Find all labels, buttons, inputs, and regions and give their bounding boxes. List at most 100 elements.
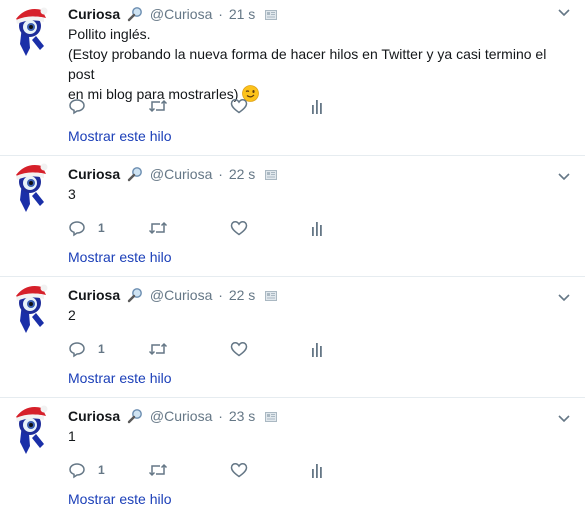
like-button[interactable] [230, 96, 248, 116]
tweet[interactable]: Curiosa @Curiosa · 21 s Pollito inglés. … [0, 0, 585, 156]
reply-count: 1 [98, 221, 105, 235]
display-name[interactable]: Curiosa [68, 287, 120, 303]
tweet-text-line: 1 [68, 428, 76, 444]
timestamp[interactable]: 22 s [229, 287, 255, 303]
card-icon [265, 290, 278, 302]
timestamp[interactable]: 21 s [229, 6, 255, 22]
analytics-icon [311, 97, 325, 115]
analytics-icon [311, 461, 325, 479]
analytics-icon [311, 219, 325, 237]
tweet-actions: 1 [68, 339, 338, 359]
avatar[interactable] [12, 281, 52, 333]
handle[interactable]: @Curiosa [150, 6, 212, 22]
magnifier-icon [127, 6, 143, 22]
show-thread-link[interactable]: Mostrar este hilo [68, 370, 171, 386]
analytics-button[interactable] [311, 460, 325, 480]
reply-icon [68, 97, 86, 115]
like-button[interactable] [230, 460, 248, 480]
avatar-santa-hat-eye-icon [16, 284, 48, 333]
tweet-text: 3 [68, 184, 571, 204]
analytics-button[interactable] [311, 339, 325, 359]
tweet-content: Curiosa @Curiosa · 22 s 3 [68, 164, 571, 204]
like-icon [230, 219, 248, 237]
retweet-icon [148, 461, 168, 479]
magnifier-icon [127, 408, 143, 424]
tweet-header: Curiosa @Curiosa · 23 s [68, 406, 571, 426]
display-name[interactable]: Curiosa [68, 166, 120, 182]
like-button[interactable] [230, 339, 248, 359]
avatar[interactable] [12, 160, 52, 212]
reply-icon [68, 340, 86, 358]
tweet[interactable]: Curiosa @Curiosa · 23 s 1 1 Mostrar este… [0, 398, 585, 517]
separator-dot: · [218, 408, 223, 424]
analytics-icon [311, 340, 325, 358]
timestamp[interactable]: 23 s [229, 408, 255, 424]
tweet[interactable]: Curiosa @Curiosa · 22 s 2 1 Mostrar este… [0, 277, 585, 398]
card-icon [265, 169, 278, 181]
timestamp[interactable]: 22 s [229, 166, 255, 182]
magnifier-icon [127, 166, 143, 182]
tweet-header: Curiosa @Curiosa · 22 s [68, 164, 571, 184]
tweet-text-line: 3 [68, 186, 76, 202]
handle[interactable]: @Curiosa [150, 408, 212, 424]
chevron-down-icon[interactable] [557, 414, 571, 424]
retweet-button[interactable] [148, 460, 168, 480]
reply-icon [68, 219, 86, 237]
tweet-content: Curiosa @Curiosa · 23 s 1 [68, 406, 571, 446]
like-icon [230, 340, 248, 358]
timeline: Curiosa @Curiosa · 21 s Pollito inglés. … [0, 0, 585, 517]
reply-icon [68, 461, 86, 479]
reply-button[interactable]: 1 [68, 218, 105, 238]
display-name[interactable]: Curiosa [68, 6, 120, 22]
analytics-button[interactable] [311, 218, 325, 238]
tweet[interactable]: Curiosa @Curiosa · 22 s 3 1 Mostrar este… [0, 156, 585, 277]
like-button[interactable] [230, 218, 248, 238]
handle[interactable]: @Curiosa [150, 287, 212, 303]
tweet-actions: 1 [68, 218, 338, 238]
avatar[interactable] [12, 4, 52, 56]
tweet-text: Pollito inglés. (Estoy probando la nueva… [68, 24, 571, 104]
avatar-santa-hat-eye-icon [16, 7, 48, 56]
display-name[interactable]: Curiosa [68, 408, 120, 424]
tweet-text-line: (Estoy probando la nueva forma de hacer … [68, 46, 547, 82]
card-icon [265, 9, 278, 21]
avatar-santa-hat-eye-icon [16, 163, 48, 212]
chevron-down-icon[interactable] [557, 172, 571, 182]
tweet-content: Curiosa @Curiosa · 22 s 2 [68, 285, 571, 325]
chevron-down-icon[interactable] [557, 293, 571, 303]
reply-button[interactable]: 1 [68, 339, 105, 359]
magnifier-icon [127, 287, 143, 303]
avatar-santa-hat-eye-icon [16, 405, 48, 454]
tweet-text: 2 [68, 305, 571, 325]
reply-count: 1 [98, 463, 105, 477]
tweet-actions: 1 [68, 460, 338, 480]
reply-button[interactable] [68, 96, 98, 116]
like-icon [230, 97, 248, 115]
show-thread-link[interactable]: Mostrar este hilo [68, 128, 171, 144]
retweet-button[interactable] [148, 339, 168, 359]
tweet-content: Curiosa @Curiosa · 21 s Pollito inglés. … [68, 4, 571, 104]
chevron-down-icon[interactable] [557, 8, 571, 18]
retweet-icon [148, 219, 168, 237]
card-icon [265, 411, 278, 423]
separator-dot: · [218, 287, 223, 303]
tweet-header: Curiosa @Curiosa · 22 s [68, 285, 571, 305]
retweet-button[interactable] [148, 96, 168, 116]
reply-count: 1 [98, 342, 105, 356]
separator-dot: · [218, 166, 223, 182]
tweet-text-line: 2 [68, 307, 76, 323]
retweet-icon [148, 97, 168, 115]
like-icon [230, 461, 248, 479]
tweet-header: Curiosa @Curiosa · 21 s [68, 4, 571, 24]
show-thread-link[interactable]: Mostrar este hilo [68, 491, 171, 507]
separator-dot: · [218, 6, 223, 22]
reply-button[interactable]: 1 [68, 460, 105, 480]
handle[interactable]: @Curiosa [150, 166, 212, 182]
retweet-button[interactable] [148, 218, 168, 238]
tweet-actions [68, 96, 338, 116]
show-thread-link[interactable]: Mostrar este hilo [68, 249, 171, 265]
retweet-icon [148, 340, 168, 358]
avatar[interactable] [12, 402, 52, 454]
analytics-button[interactable] [311, 96, 325, 116]
tweet-text: 1 [68, 426, 571, 446]
